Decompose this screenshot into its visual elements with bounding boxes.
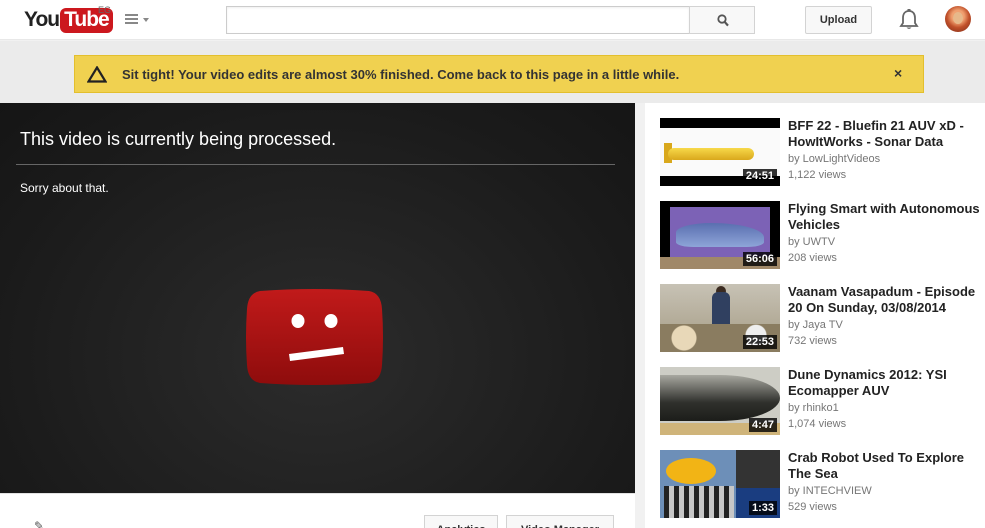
avatar-face [953, 12, 963, 24]
related-video-item[interactable]: 1:33 Crab Robot Used To Explore The Sea … [660, 450, 985, 520]
video-title[interactable]: Crab Robot Used To Explore The Sea [788, 450, 985, 482]
video-views: 1,074 views [788, 418, 847, 430]
video-thumbnail[interactable]: 1:33 [660, 450, 780, 518]
video-channel[interactable]: by INTECHVIEW [788, 485, 872, 497]
video-duration: 1:33 [748, 501, 777, 515]
alert-area: Sit tight! Your video edits are almost 3… [0, 41, 985, 103]
video-manager-button[interactable]: Video Manager [506, 515, 614, 528]
video-duration: 56:06 [742, 252, 777, 266]
related-video-item[interactable]: 22:53 Vaanam Vasapadum - Episode 20 On S… [660, 284, 985, 354]
video-actions-bar: ✎ Analytics Video Manager [0, 493, 635, 528]
thumbnail-art [660, 375, 780, 421]
search-button[interactable] [689, 6, 755, 34]
country-code: EG [98, 5, 112, 15]
video-thumbnail[interactable]: 4:47 [660, 367, 780, 435]
search-icon [717, 14, 729, 27]
related-video-item[interactable]: 56:06 Flying Smart with Autonomous Vehic… [660, 201, 985, 271]
video-player: This video is currently being processed.… [0, 103, 635, 493]
video-title[interactable]: Dune Dynamics 2012: YSI Ecomapper AUV [788, 367, 985, 399]
thumbnail-art [666, 458, 716, 484]
related-video-item[interactable]: 4:47 Dune Dynamics 2012: YSI Ecomapper A… [660, 367, 985, 437]
video-channel[interactable]: by UWTV [788, 236, 835, 248]
related-video-item[interactable]: 24:51 BFF 22 - Bluefin 21 AUV xD - HowIt… [660, 118, 985, 188]
hamburger-icon [125, 14, 138, 24]
processing-subtitle: Sorry about that. [20, 181, 109, 195]
player-divider [16, 164, 615, 165]
chevron-down-icon [143, 18, 149, 22]
youtube-logo[interactable]: You Tube EG [24, 5, 113, 35]
thumbnail-art [712, 292, 730, 328]
thumbnail-art [664, 486, 734, 518]
notifications-button[interactable] [898, 8, 920, 32]
thumbnail-letterbox [660, 118, 780, 128]
avatar[interactable] [945, 6, 971, 32]
video-title[interactable]: BFF 22 - Bluefin 21 AUV xD - HowItWorks … [788, 118, 985, 150]
bell-icon [899, 9, 919, 29]
video-views: 208 views [788, 252, 837, 264]
video-duration: 22:53 [742, 335, 777, 349]
analytics-button[interactable]: Analytics [424, 515, 498, 528]
related-videos-sidebar: 24:51 BFF 22 - Bluefin 21 AUV xD - HowIt… [645, 103, 985, 528]
video-thumbnail[interactable]: 22:53 [660, 284, 780, 352]
thumbnail-art [736, 450, 780, 488]
guide-menu-icon[interactable] [125, 12, 151, 28]
video-duration: 4:47 [748, 418, 777, 432]
masthead: You Tube EG Upload [0, 0, 985, 40]
video-thumbnail[interactable]: 56:06 [660, 201, 780, 269]
search-input[interactable] [226, 6, 690, 34]
logo-you-text: You [24, 8, 60, 31]
video-views: 1,122 views [788, 169, 847, 181]
upload-button[interactable]: Upload [805, 6, 872, 34]
warning-icon [87, 66, 107, 83]
processing-alert: Sit tight! Your video edits are almost 3… [74, 55, 924, 93]
alert-close-button[interactable]: × [894, 65, 902, 81]
video-channel[interactable]: by rhinko1 [788, 402, 839, 414]
video-views: 732 views [788, 335, 837, 347]
edit-icon[interactable]: ✎ [34, 519, 44, 528]
video-title[interactable]: Flying Smart with Autonomous Vehicles [788, 201, 985, 233]
video-title[interactable]: Vaanam Vasapadum - Episode 20 On Sunday,… [788, 284, 985, 316]
video-views: 529 views [788, 501, 837, 513]
alert-message: Sit tight! Your video edits are almost 3… [122, 67, 680, 82]
video-channel[interactable]: by LowLightVideos [788, 153, 880, 165]
video-thumbnail[interactable]: 24:51 [660, 118, 780, 186]
processing-title: This video is currently being processed. [20, 129, 337, 149]
thumbnail-art [668, 148, 754, 160]
sad-tv-icon [246, 289, 383, 385]
video-channel[interactable]: by Jaya TV [788, 319, 843, 331]
video-duration: 24:51 [742, 169, 777, 183]
